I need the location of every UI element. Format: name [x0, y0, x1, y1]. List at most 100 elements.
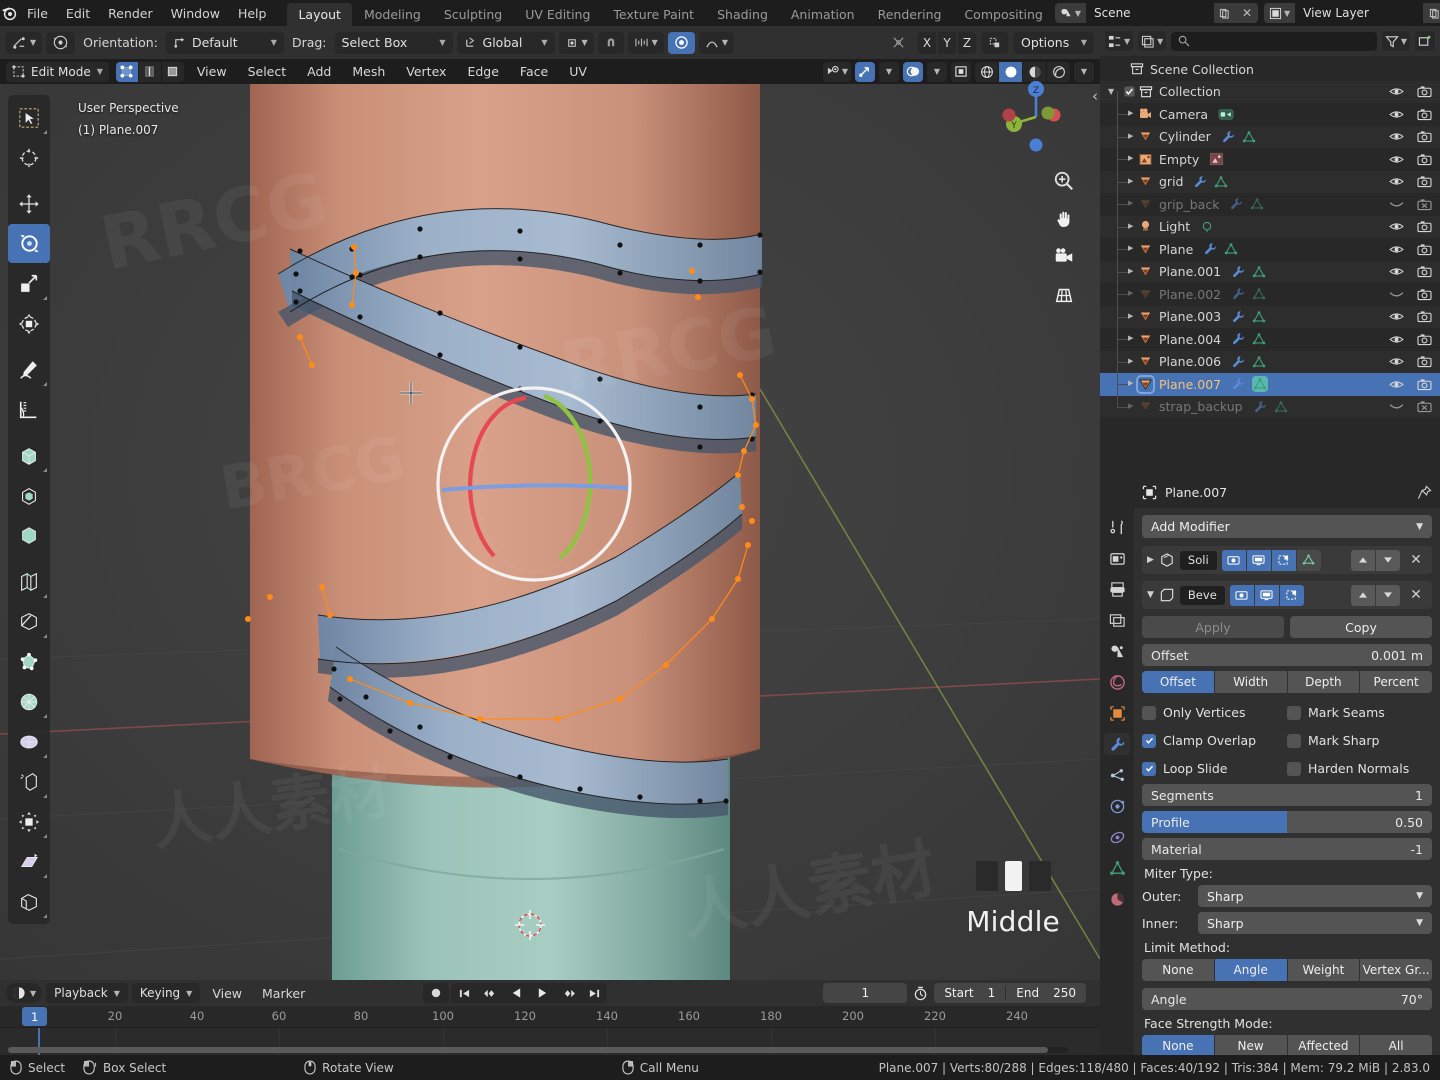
mirror-uv-icon[interactable]: [982, 32, 1008, 54]
scene-name[interactable]: Scene: [1086, 3, 1214, 23]
tab-layout[interactable]: Layout: [287, 3, 352, 26]
tab-object-data[interactable]: [1104, 857, 1130, 879]
tab-scene[interactable]: [1104, 640, 1130, 662]
tab-uv-editing[interactable]: UV Editing: [514, 3, 601, 26]
navigation-gizmo[interactable]: Z Y: [996, 77, 1072, 153]
extrude-region-tool[interactable]: [8, 436, 50, 475]
solidify-delete-button[interactable]: ✕: [1405, 550, 1427, 571]
camera-render-icon[interactable]: [1417, 85, 1432, 98]
clamp-overlap-checkbox[interactable]: [1142, 734, 1156, 748]
tab-object[interactable]: [1104, 702, 1130, 724]
miter-outer-dropdown[interactable]: Sharp ▼: [1198, 885, 1432, 907]
modifier-icon[interactable]: [1231, 332, 1245, 346]
face-select-mode-icon[interactable]: [162, 62, 184, 82]
solidify-editmode-toggle[interactable]: [1272, 550, 1296, 571]
modifier-icon[interactable]: [1231, 310, 1245, 324]
cursor-tool[interactable]: [8, 138, 50, 177]
viewport-menu-add[interactable]: Add: [299, 62, 339, 81]
editor-type-selector[interactable]: ▼: [6, 983, 42, 1003]
menu-edit[interactable]: Edit: [57, 3, 99, 24]
width-type-offset[interactable]: Offset: [1142, 671, 1214, 693]
menu-render[interactable]: Render: [99, 3, 162, 24]
camera-render-disabled-icon[interactable]: [1417, 400, 1432, 413]
xray-toggle-icon[interactable]: [951, 62, 971, 82]
jump-to-end-button[interactable]: [581, 983, 607, 1003]
face-strength-none[interactable]: None: [1142, 1035, 1214, 1057]
clamp-overlap-checkbox-row[interactable]: Clamp Overlap: [1142, 728, 1287, 753]
proportional-falloff-dropdown[interactable]: ▼: [699, 32, 734, 54]
pan-hand-icon[interactable]: [1050, 205, 1078, 233]
prev-keyframe-button[interactable]: [477, 983, 503, 1003]
menu-file[interactable]: File: [18, 3, 57, 24]
camera-render-disabled-icon[interactable]: [1417, 198, 1432, 211]
jump-to-start-button[interactable]: [451, 983, 477, 1003]
interaction-mode-dropdown[interactable]: Edit Mode ▼: [6, 62, 109, 82]
camera-render-icon[interactable]: [1417, 108, 1432, 121]
camera-render-icon[interactable]: [1417, 220, 1432, 233]
bevel-profile-field[interactable]: Profile 0.50: [1142, 811, 1432, 833]
outliner-item-light[interactable]: ▶ Light: [1100, 216, 1440, 239]
mark-seams-checkbox-row[interactable]: Mark Seams: [1287, 700, 1432, 725]
viewport-menu-edge[interactable]: Edge: [459, 62, 506, 81]
eye-icon[interactable]: [1389, 356, 1404, 367]
bevel-segments-field[interactable]: Segments 1: [1142, 784, 1432, 806]
view-layer-name[interactable]: View Layer: [1295, 3, 1423, 23]
visibility-selectability-icon[interactable]: ▼: [823, 62, 851, 82]
modifier-bevel-header[interactable]: ▼ Beve ✕: [1142, 581, 1432, 609]
harden-normals-checkbox[interactable]: [1287, 762, 1301, 776]
only-vertices-checkbox[interactable]: [1142, 706, 1156, 720]
tab-modeling[interactable]: Modeling: [353, 3, 432, 26]
eye-icon[interactable]: [1389, 334, 1404, 345]
bevel-realtime-toggle[interactable]: [1255, 585, 1279, 606]
camera-render-icon[interactable]: [1417, 333, 1432, 346]
outliner-item-plane-003[interactable]: ▶ Plane.003: [1100, 306, 1440, 329]
shading-options-dropdown[interactable]: ▼: [1074, 62, 1094, 82]
modifier-icon[interactable]: [1231, 355, 1245, 369]
face-strength-new[interactable]: New: [1215, 1035, 1287, 1057]
outliner-item-plane-002[interactable]: ▶ Plane.002: [1100, 283, 1440, 306]
tab-constraints[interactable]: [1104, 826, 1130, 848]
show-overlays-icon[interactable]: [903, 62, 923, 82]
tab-modifiers[interactable]: [1104, 733, 1130, 755]
eye-icon[interactable]: [1389, 109, 1404, 120]
knife-tool[interactable]: [8, 602, 50, 641]
mesh-data-icon[interactable]: [1214, 175, 1228, 189]
frame-range-group[interactable]: Start 1 End 250: [934, 983, 1086, 1003]
toggle-perspective-icon[interactable]: [1050, 281, 1078, 309]
viewport-menu-face[interactable]: Face: [512, 62, 556, 81]
snap-magnet-icon[interactable]: [598, 32, 624, 54]
mark-seams-checkbox[interactable]: [1287, 706, 1301, 720]
modifier-bevel-name[interactable]: Beve: [1180, 586, 1225, 605]
harden-normals-checkbox-row[interactable]: Harden Normals: [1287, 756, 1432, 781]
tab-render[interactable]: [1104, 547, 1130, 569]
measure-tool[interactable]: [8, 390, 50, 429]
outliner-item-grid[interactable]: ▶ grid: [1100, 171, 1440, 194]
smooth-tool[interactable]: [8, 722, 50, 761]
viewport-3d[interactable]: RRCG RRCG 人人素材 人人素材 BRCG User Perspectiv…: [0, 59, 1100, 980]
mirror-x-toggle[interactable]: X: [918, 32, 936, 54]
modifier-icon[interactable]: [1231, 377, 1245, 391]
modifier-solidify-name[interactable]: Soli: [1180, 551, 1217, 570]
mesh-data-icon[interactable]: [1252, 332, 1266, 346]
viewport-menu-mesh[interactable]: Mesh: [344, 62, 393, 81]
drag-dropdown[interactable]: Select Box ▼: [335, 32, 453, 54]
eye-closed-icon[interactable]: [1389, 199, 1404, 210]
rotate-tool[interactable]: [8, 224, 50, 263]
bevel-copy-button[interactable]: Copy: [1290, 616, 1432, 638]
outliner-row-scene-collection[interactable]: Scene Collection: [1100, 58, 1440, 81]
eye-icon[interactable]: [1389, 266, 1404, 277]
mirror-axis-toggles[interactable]: X Y Z: [918, 32, 976, 54]
shrink-fatten-tool[interactable]: [8, 802, 50, 841]
new-collection-button[interactable]: [1415, 31, 1435, 51]
scene-selector[interactable]: ▼ Scene ✕: [1055, 3, 1258, 23]
bevel-tool[interactable]: [8, 516, 50, 555]
loop-slide-checkbox-row[interactable]: Loop Slide: [1142, 756, 1287, 781]
outliner-item-strap_backup[interactable]: ▶ strap_backup: [1100, 396, 1440, 419]
modifier-icon[interactable]: [1203, 242, 1217, 256]
eye-icon[interactable]: [1389, 176, 1404, 187]
add-modifier-button[interactable]: Add Modifier ▼: [1142, 515, 1432, 538]
orientation-dropdown[interactable]: Default ▼: [166, 32, 284, 54]
timeline-menu-view[interactable]: View: [204, 986, 250, 1001]
mesh-data-icon[interactable]: [1274, 400, 1288, 414]
proportional-editing-toggle[interactable]: [668, 32, 695, 54]
